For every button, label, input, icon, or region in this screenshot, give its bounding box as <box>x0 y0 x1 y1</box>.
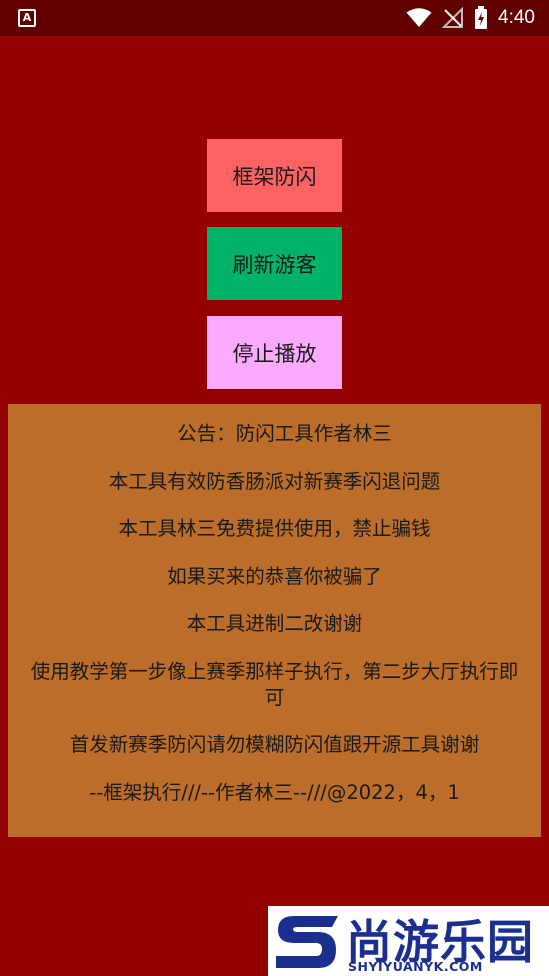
stop-playback-button[interactable]: 停止播放 <box>207 316 342 389</box>
status-bar: A 4:40 <box>0 0 549 36</box>
app-notification-icon: A <box>18 9 36 27</box>
announcement-line: 如果买来的恭喜你被骗了 <box>167 564 382 588</box>
announcement-line: 本工具进制二改谢谢 <box>186 612 363 635</box>
announcement-panel: 公告：防闪工具作者林三 本工具有效防香肠派对新赛季闪退问题 本工具林三免费提供使… <box>8 404 541 837</box>
announcement-line: 本工具有效防香肠派对新赛季闪退问题 <box>108 469 441 493</box>
no-signal-icon <box>442 7 464 28</box>
wifi-icon <box>406 8 432 27</box>
announcement-line: 首发新赛季防闪请勿模糊防闪值跟开源工具谢谢 <box>69 733 480 756</box>
announcement-line: 本工具林三免费提供使用，禁止骗钱 <box>118 517 431 540</box>
refresh-guest-button[interactable]: 刷新游客 <box>207 227 342 300</box>
clock: 4:40 <box>498 7 535 28</box>
site-watermark: 尚游乐园 SHYIYUANYK.COM <box>268 906 549 976</box>
watermark-url: SHYIYUANYK.COM <box>348 959 483 974</box>
announcement-line: 使用教学第一步像上赛季那样子执行，第二步大厅执行即可 <box>30 659 519 709</box>
frame-anti-flash-button[interactable]: 框架防闪 <box>207 139 342 212</box>
battery-charging-icon <box>475 6 488 29</box>
announcement-signature: --框架执行///--作者林三--///@2022，4，1 <box>89 780 460 804</box>
watermark-logo-icon <box>276 916 338 968</box>
announcement-title: 公告：防闪工具作者林三 <box>177 422 392 445</box>
status-icons: 4:40 <box>406 0 535 36</box>
